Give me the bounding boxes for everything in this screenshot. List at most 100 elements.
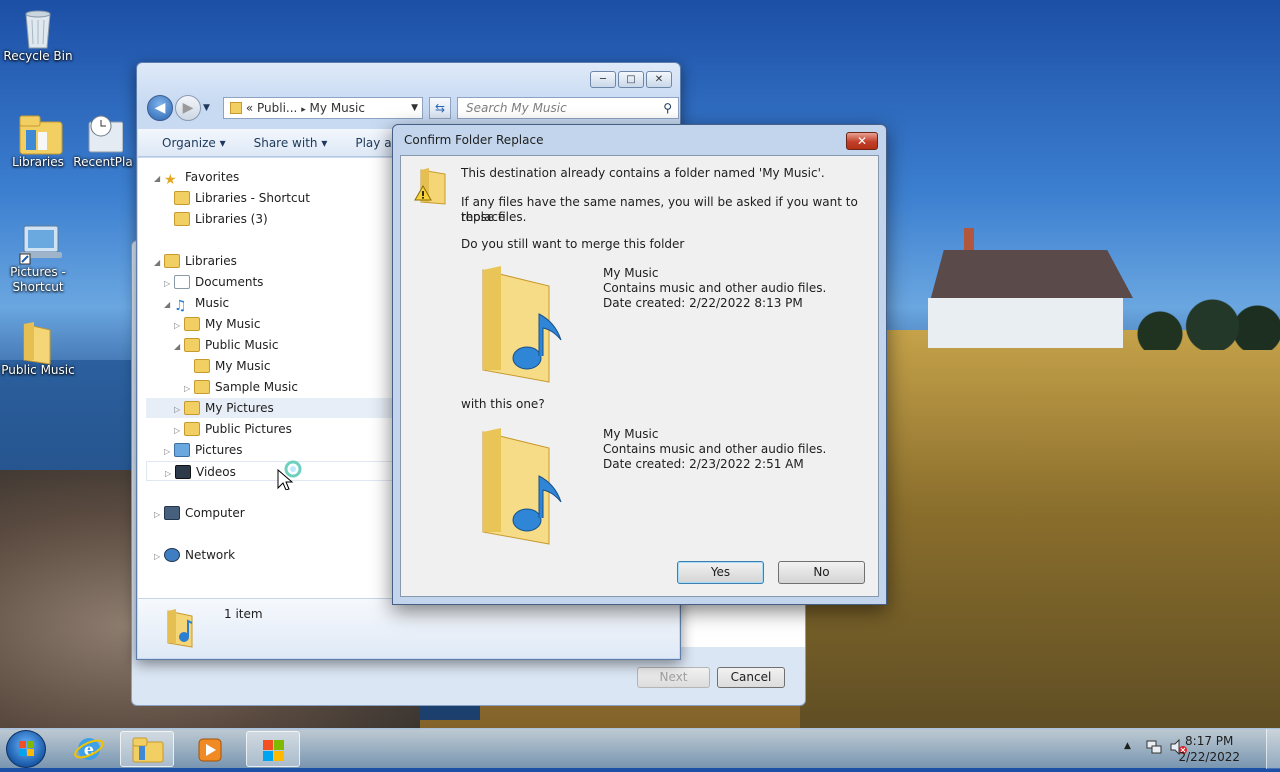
taskbar-media-player[interactable] <box>183 731 237 767</box>
expand-icon[interactable]: ▷ <box>164 274 174 294</box>
expand-icon[interactable]: ▷ <box>184 379 194 399</box>
expand-icon[interactable]: ▷ <box>154 505 164 525</box>
taskbar-windows-explorer[interactable] <box>120 731 174 767</box>
desktop-icon-public-music[interactable]: Public Music <box>0 320 76 378</box>
star-icon: ★ <box>164 172 177 188</box>
tree-music[interactable]: ◢ ♫ Music <box>164 293 229 315</box>
expand-icon[interactable]: ▷ <box>165 464 175 484</box>
navigation-bar: ◀ ▶ ▼ « Publi... ▸ My Music ▼ ⇆ Search M… <box>145 95 679 121</box>
tree-my-pictures[interactable]: ▷ My Pictures <box>146 398 393 418</box>
warning-folder-icon <box>413 166 449 209</box>
breadcrumb-my-music[interactable]: My Music <box>310 101 365 115</box>
dialog-close-button[interactable]: ✕ <box>846 132 878 150</box>
desktop-icon-recentplaces[interactable]: RecentPla <box>68 112 138 170</box>
back-arrow-icon: ◀ <box>154 100 166 116</box>
collapse-icon[interactable]: ◢ <box>154 253 164 273</box>
tree-label: Network <box>185 548 236 562</box>
expand-icon[interactable]: ▷ <box>174 400 184 420</box>
maximize-button[interactable]: □ <box>618 71 644 88</box>
start-button[interactable] <box>6 730 46 768</box>
forward-arrow-icon: ▶ <box>182 100 194 116</box>
details-pane: 1 item <box>138 598 679 658</box>
tree-computer[interactable]: ▷ Computer <box>154 503 245 523</box>
tree-public-my-music[interactable]: My Music <box>194 356 270 376</box>
next-button[interactable]: Next <box>637 667 710 688</box>
libraries-icon <box>18 112 63 155</box>
tree-label: Public Pictures <box>205 422 292 436</box>
forward-button[interactable]: ▶ <box>175 95 201 121</box>
folder1-date-created: Date created: 2/22/2022 8:13 PM <box>603 296 803 310</box>
expand-icon[interactable]: ▷ <box>154 547 164 567</box>
breadcrumb-separator[interactable]: ▸ <box>301 105 306 115</box>
desktop-icon-libraries[interactable]: Libraries <box>0 112 76 170</box>
clock[interactable]: 8:17 PM 2/22/2022 <box>1178 733 1240 765</box>
folder-icon <box>230 102 242 114</box>
music-folder-icon <box>479 426 569 546</box>
refresh-icon: ⇆ <box>434 101 446 115</box>
folder2-name: My Music <box>603 427 659 441</box>
tree-libraries[interactable]: ◢ Libraries <box>154 251 237 271</box>
folder-icon <box>184 422 200 436</box>
tree-videos[interactable]: ▷ Videos <box>146 461 393 481</box>
folder2-description: Contains music and other audio files. <box>603 442 827 456</box>
collapse-icon[interactable]: ◢ <box>174 337 184 357</box>
show-hidden-icons-button[interactable]: ▲ <box>1124 741 1131 751</box>
tree-label: Sample Music <box>215 380 298 394</box>
expand-icon[interactable]: ▷ <box>174 421 184 441</box>
refresh-button[interactable]: ⇆ <box>429 97 451 119</box>
address-dropdown-icon[interactable]: ▼ <box>411 98 418 118</box>
pictures-icon <box>174 443 190 457</box>
tree-public-music[interactable]: ◢ Public Music <box>174 335 278 355</box>
desktop-icon-recycle-bin[interactable]: Recycle Bin <box>0 6 76 64</box>
tree-favorites[interactable]: ◢ ★ Favorites <box>154 167 240 189</box>
videos-icon <box>175 465 191 479</box>
desktop-wallpaper-trees <box>1130 270 1280 350</box>
taskbar: e ▲ 8:17 PM 2/22/2022 <box>0 728 1280 769</box>
tree-network[interactable]: ▷ Network <box>154 545 235 565</box>
recent-pages-dropdown[interactable]: ▼ <box>203 103 210 113</box>
desktop-icon-label: RecentPla <box>73 155 133 169</box>
organize-menu[interactable]: Organize ▾ <box>162 136 226 150</box>
windows-logo-icon <box>19 741 34 756</box>
tree-pictures[interactable]: ▷ Pictures <box>164 440 243 460</box>
tree-sample-music[interactable]: ▷ Sample Music <box>184 377 298 397</box>
tree-libraries-3[interactable]: Libraries (3) <box>174 209 268 229</box>
tree-libraries-shortcut[interactable]: Libraries - Shortcut <box>174 188 310 208</box>
close-button[interactable]: ✕ <box>646 71 672 88</box>
taskbar-internet-explorer[interactable]: e <box>62 731 116 767</box>
navigation-pane: ◢ ★ Favorites Libraries - Shortcut Librari… <box>138 158 393 599</box>
share-with-menu[interactable]: Share with ▾ <box>254 136 328 150</box>
expand-icon[interactable]: ▷ <box>164 442 174 462</box>
folder-icon <box>184 317 200 331</box>
tree-public-pictures[interactable]: ▷ Public Pictures <box>174 419 292 439</box>
address-overflow[interactable]: « <box>246 101 253 115</box>
minimize-button[interactable]: ─ <box>590 71 616 88</box>
expand-icon[interactable]: ▷ <box>174 316 184 336</box>
no-button[interactable]: No <box>778 561 865 584</box>
tree-label: Libraries (3) <box>195 212 268 226</box>
tree-documents[interactable]: ▷ Documents <box>164 272 263 292</box>
busy-cursor-icon <box>276 460 306 493</box>
music-folder-icon <box>479 264 569 384</box>
folder-icon <box>184 401 200 415</box>
breadcrumb-public[interactable]: Publi... <box>257 101 297 115</box>
show-desktop-button[interactable] <box>1266 729 1280 769</box>
tree-label: Public Music <box>205 338 279 352</box>
window-controls: ─ □ ✕ <box>590 71 672 88</box>
dialog-title: Confirm Folder Replace <box>404 133 544 147</box>
folder-icon <box>184 338 200 352</box>
clock-time: 8:17 PM <box>1185 734 1234 748</box>
collapse-icon[interactable]: ◢ <box>154 169 164 189</box>
taskbar-windows-app[interactable] <box>246 731 300 767</box>
desktop-icon-pictures-shortcut[interactable]: Pictures - Shortcut <box>0 222 76 295</box>
network-tray-icon[interactable] <box>1146 739 1162 755</box>
search-input[interactable]: Search My Music ⚲ <box>457 97 679 119</box>
yes-button[interactable]: Yes <box>677 561 764 584</box>
tree-my-music[interactable]: ▷ My Music <box>174 314 260 334</box>
back-button[interactable]: ◀ <box>147 95 173 121</box>
clock-date: 2/22/2022 <box>1178 750 1240 764</box>
cancel-button[interactable]: Cancel <box>717 667 785 688</box>
tree-label: Favorites <box>185 170 240 184</box>
address-bar[interactable]: « Publi... ▸ My Music ▼ <box>223 97 423 119</box>
collapse-icon[interactable]: ◢ <box>164 295 174 315</box>
